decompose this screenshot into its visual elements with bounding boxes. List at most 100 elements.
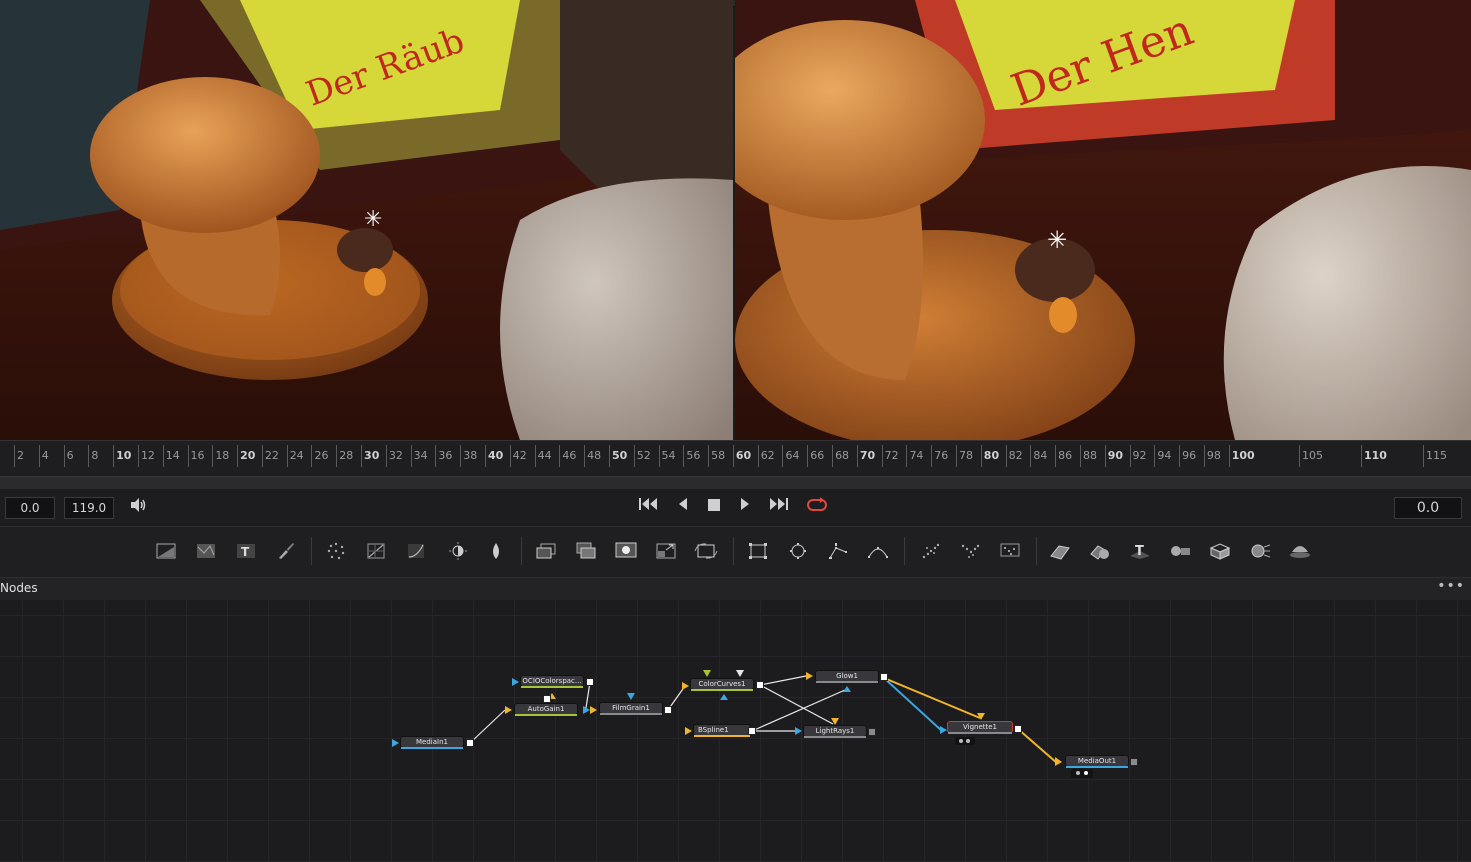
timeline-scrollbar[interactable] bbox=[0, 476, 1471, 490]
ruler-tick-label: 22 bbox=[264, 449, 279, 462]
node-label: LightRays1 bbox=[815, 727, 855, 735]
node-colorcurves[interactable]: ColorCurves1 bbox=[691, 679, 753, 691]
node-output-port[interactable] bbox=[748, 727, 756, 735]
node-bspline[interactable]: BSpline1 bbox=[694, 725, 750, 737]
ruler-tick-label: 2 bbox=[17, 449, 24, 462]
node-ocio-colorspace[interactable]: OCIOColorspac... bbox=[521, 676, 583, 688]
brightness-contrast-icon[interactable] bbox=[446, 539, 470, 563]
ruler-tick-label: 64 bbox=[785, 449, 800, 462]
ruler-tick-label: 105 bbox=[1302, 449, 1323, 462]
ruler-tick-label: 74 bbox=[909, 449, 924, 462]
image-plane-3d-icon[interactable] bbox=[1208, 539, 1232, 563]
node-output-port[interactable] bbox=[880, 673, 888, 681]
polygon-mask-icon[interactable] bbox=[826, 539, 850, 563]
fast-noise-icon[interactable] bbox=[194, 539, 218, 563]
timeline-ruler[interactable]: 2 4 6 8 10 12 14 16 18 20 22 24 26 28 30 32 34 36 38 40 42 44… bbox=[0, 440, 1471, 475]
node-type-bar bbox=[1066, 766, 1128, 768]
node-mediain[interactable]: MediaIn1 bbox=[401, 737, 463, 749]
ruler-tick-label: 58 bbox=[711, 449, 726, 462]
ruler-tick-label: 46 bbox=[562, 449, 577, 462]
resize-icon[interactable] bbox=[654, 539, 678, 563]
toolbar-divider bbox=[311, 537, 312, 565]
channel-booleans-icon[interactable] bbox=[574, 539, 598, 563]
ruler-tick-label: 52 bbox=[636, 449, 651, 462]
merge-3d-icon[interactable] bbox=[1088, 539, 1112, 563]
play-reverse-icon[interactable] bbox=[671, 497, 695, 517]
loop-icon[interactable] bbox=[805, 497, 829, 517]
svg-text:✳: ✳ bbox=[1047, 226, 1067, 254]
viewer-left[interactable]: Der Räub ✳ bbox=[0, 0, 733, 440]
node-label: Vignette1 bbox=[962, 723, 997, 731]
node-output-port[interactable] bbox=[1014, 725, 1022, 733]
speaker-icon[interactable] bbox=[126, 497, 150, 517]
background-icon[interactable] bbox=[154, 539, 178, 563]
start-frame-field[interactable]: 0.0 bbox=[5, 497, 55, 519]
panel-options-icon[interactable]: ••• bbox=[1437, 578, 1465, 594]
node-type-bar bbox=[816, 681, 878, 683]
color-corrector-icon[interactable] bbox=[364, 539, 388, 563]
node-output-port[interactable] bbox=[586, 678, 594, 686]
node-view-indicator[interactable] bbox=[955, 737, 975, 745]
particles-icon[interactable] bbox=[324, 539, 348, 563]
ruler-tick-label: 100 bbox=[1231, 449, 1255, 462]
stop-icon[interactable] bbox=[702, 497, 726, 517]
play-icon[interactable] bbox=[733, 497, 757, 517]
node-filmgrain[interactable]: FilmGrain1 bbox=[600, 703, 662, 715]
ruler-tick-label: 96 bbox=[1182, 449, 1197, 462]
color-curves-icon[interactable] bbox=[404, 539, 428, 563]
node-output-port[interactable] bbox=[868, 728, 876, 736]
merge-icon[interactable] bbox=[534, 539, 558, 563]
transport-bar: 0.0 119.0 0.0 bbox=[0, 489, 1471, 525]
node-label: MediaOut1 bbox=[1077, 757, 1117, 765]
ruler-tick-label: 34 bbox=[413, 449, 428, 462]
ruler-tick-label: 62 bbox=[760, 449, 775, 462]
node-input-port[interactable] bbox=[543, 695, 551, 703]
camera-3d-icon[interactable] bbox=[1168, 539, 1192, 563]
node-type-bar bbox=[521, 686, 583, 688]
node-glow[interactable]: Glow1 bbox=[816, 671, 878, 683]
ruler-tick-label: 44 bbox=[537, 449, 552, 462]
end-frame-field[interactable]: 119.0 bbox=[64, 497, 114, 519]
renderer-3d-icon[interactable] bbox=[1248, 539, 1272, 563]
matte-control-icon[interactable] bbox=[614, 539, 638, 563]
ruler-tick-label: 50 bbox=[611, 449, 628, 462]
bspline-mask-icon[interactable] bbox=[866, 539, 890, 563]
ruler-tick-label: 32 bbox=[388, 449, 403, 462]
tool-palette: T T bbox=[0, 526, 1471, 577]
shape-3d-icon[interactable] bbox=[1048, 539, 1072, 563]
node-view-indicator[interactable] bbox=[1071, 769, 1093, 778]
node-type-bar bbox=[401, 747, 463, 749]
node-output-port[interactable] bbox=[664, 706, 672, 714]
node-label: Glow1 bbox=[836, 672, 858, 680]
text-3d-icon[interactable]: T bbox=[1128, 539, 1152, 563]
node-vignette[interactable]: Vignette1 bbox=[948, 722, 1012, 734]
node-mediaout[interactable]: MediaOut1 bbox=[1066, 756, 1128, 768]
current-frame-field[interactable]: 0.0 bbox=[1394, 497, 1462, 519]
ruler-tick-label: 94 bbox=[1157, 449, 1172, 462]
node-label: OCIOColorspac... bbox=[522, 677, 582, 685]
node-editor[interactable]: MediaIn1 OCIOColorspac... AutoGain1 Film… bbox=[0, 600, 1471, 862]
node-lightrays[interactable]: LightRays1 bbox=[804, 726, 866, 738]
go-to-end-icon[interactable] bbox=[766, 497, 790, 517]
svg-text:✳: ✳ bbox=[364, 207, 382, 232]
p-emitter-icon[interactable] bbox=[918, 539, 942, 563]
node-output-port[interactable] bbox=[466, 739, 474, 747]
paint-icon[interactable] bbox=[274, 539, 298, 563]
ellipse-mask-icon[interactable] bbox=[786, 539, 810, 563]
node-output-port[interactable] bbox=[1130, 758, 1138, 766]
go-to-start-icon[interactable] bbox=[637, 497, 661, 517]
ruler-tick-label: 76 bbox=[934, 449, 949, 462]
spotlight-3d-icon[interactable] bbox=[1288, 539, 1312, 563]
node-output-port[interactable] bbox=[756, 681, 764, 689]
ruler-tick-label: 14 bbox=[165, 449, 180, 462]
rectangle-mask-icon[interactable] bbox=[746, 539, 770, 563]
p-render-icon[interactable] bbox=[958, 539, 982, 563]
p-kill-icon[interactable] bbox=[998, 539, 1022, 563]
viewer-right[interactable]: Der Hen ✳ bbox=[735, 0, 1471, 440]
blur-icon[interactable] bbox=[484, 539, 508, 563]
node-type-bar bbox=[691, 689, 753, 691]
node-autogain[interactable]: AutoGain1 bbox=[515, 704, 577, 716]
ruler-tick-label: 90 bbox=[1107, 449, 1124, 462]
transform-icon[interactable] bbox=[694, 539, 718, 563]
text-icon[interactable]: T bbox=[234, 539, 258, 563]
